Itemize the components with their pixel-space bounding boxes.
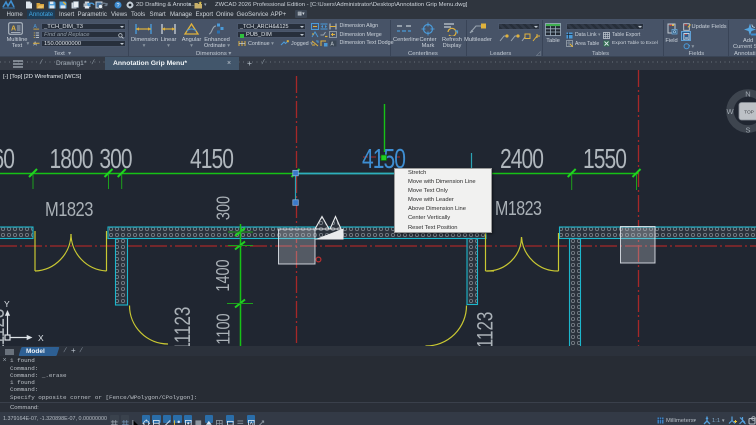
svg-text:11123: 11123 [171, 307, 196, 346]
svg-text:A: A [33, 24, 37, 30]
svg-text:60: 60 [0, 144, 14, 174]
svg-text:1550: 1550 [583, 144, 627, 174]
svg-text:4150: 4150 [190, 144, 234, 174]
svg-text:M1823: M1823 [45, 197, 93, 220]
svg-text:X: X [38, 333, 44, 343]
svg-text:A: A [33, 42, 37, 47]
svg-text:300: 300 [213, 196, 234, 220]
svg-text:[-] [Top] [2D Wireframe] [WCS]: [-] [Top] [2D Wireframe] [WCS] [3, 74, 82, 80]
svg-text:Y: Y [4, 299, 10, 309]
svg-text:300: 300 [99, 144, 132, 174]
svg-text:?: ? [116, 3, 119, 9]
svg-text:11123: 11123 [473, 312, 498, 346]
svg-text:A: A [11, 26, 16, 33]
svg-text:1100: 1100 [213, 313, 234, 344]
svg-text:S: S [745, 126, 750, 135]
svg-text:1800: 1800 [49, 144, 93, 174]
svg-text:1400: 1400 [212, 259, 233, 291]
svg-text:W: W [726, 107, 734, 116]
svg-text:2400: 2400 [500, 144, 544, 174]
svg-text:M1823: M1823 [495, 197, 542, 219]
svg-text:N: N [745, 90, 750, 99]
svg-text:TOP: TOP [744, 110, 754, 116]
